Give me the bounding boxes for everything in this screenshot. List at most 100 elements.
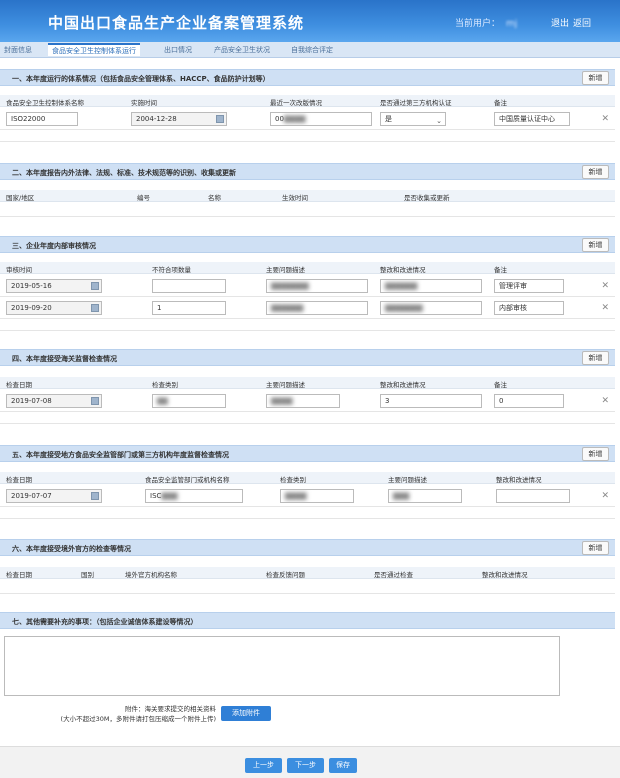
problem-description-input[interactable]: ▇▇▇ bbox=[388, 489, 462, 503]
app-title: 中国出口食品生产企业备案管理系统 bbox=[48, 14, 305, 32]
org-name-input[interactable]: ISC▇▇▇ bbox=[145, 489, 243, 503]
improvement-input[interactable]: 3 bbox=[380, 394, 482, 408]
problem-description-input[interactable]: ▇▇▇▇▇▇ bbox=[266, 301, 368, 315]
remark-input[interactable]: 管理评审 bbox=[494, 279, 564, 293]
section-6-title: 六、本年度接受境外官方的检查等情况 bbox=[12, 545, 131, 553]
system-name-input[interactable]: ISO22000 bbox=[6, 112, 78, 126]
improvement-input[interactable]: ▇▇▇▇▇▇▇ bbox=[380, 301, 482, 315]
remark-input[interactable]: 中国质量认证中心 bbox=[494, 112, 570, 126]
section-4-title: 四、本年度接受海关监督检查情况 bbox=[12, 355, 117, 363]
column-header: 国家/地区 bbox=[6, 194, 35, 202]
table-row: 2019-07-07 ISC▇▇▇ ▇▇▇▇ ▇▇▇ ✕ bbox=[0, 485, 615, 507]
column-header: 食品安全监管部门或机构名称 bbox=[145, 476, 230, 484]
nonconformity-count-input[interactable]: 1 bbox=[152, 301, 226, 315]
add-button-s4[interactable]: 新增 bbox=[582, 351, 609, 365]
section-2-title: 二、本年度报告内外法律、法规、标准、技术规范等的识别、收集或更新 bbox=[12, 169, 236, 177]
audit-date-input[interactable]: 2019-09-20 bbox=[6, 301, 102, 315]
section-5-columns: 检查日期 食品安全监管部门或机构名称 检查类别 主要问题描述 整改和改进情况 bbox=[0, 472, 615, 484]
tab-bar: 封面信息 食品安全卫生控制体系运行 出口情况 产品安全卫生状况 自我综合评定 bbox=[0, 42, 620, 58]
delete-row-icon[interactable]: ✕ bbox=[601, 491, 609, 501]
next-step-button[interactable]: 下一步 bbox=[287, 758, 324, 773]
problem-description-input[interactable]: ▇▇▇▇ bbox=[266, 394, 340, 408]
audit-date-input[interactable]: 2019-05-16 bbox=[6, 279, 102, 293]
inspect-date-value: 2019-07-07 bbox=[11, 492, 52, 500]
column-header: 整改和改进情况 bbox=[380, 266, 426, 274]
header-links: 退出 返回 bbox=[551, 16, 595, 29]
tab-cover-info[interactable]: 封面信息 bbox=[0, 44, 36, 57]
back-link[interactable]: 返回 bbox=[573, 19, 591, 29]
attachment-label: 附件：海关要求提交的相关资料 (大小不超过30M，多附件请打包压缩成一个附件上传… bbox=[46, 704, 216, 724]
save-button[interactable]: 保存 bbox=[329, 758, 357, 773]
audit-date-value: 2019-09-20 bbox=[11, 304, 52, 312]
column-header: 食品安全卫生控制体系名称 bbox=[6, 99, 84, 107]
section-4-header: 四、本年度接受海关监督检查情况 新增 bbox=[0, 349, 615, 366]
tab-export[interactable]: 出口情况 bbox=[160, 44, 196, 57]
nonconformity-count-input[interactable] bbox=[152, 279, 226, 293]
add-attachment-button[interactable]: 添加附件 bbox=[221, 706, 271, 721]
inspect-type-input[interactable]: ▇▇▇▇ bbox=[280, 489, 354, 503]
section-5-header: 五、本年度接受地方食品安全监管部门或第三方机构年度监督检查情况 新增 bbox=[0, 445, 615, 462]
current-user-value: mj bbox=[506, 19, 518, 29]
logout-link[interactable]: 退出 bbox=[551, 19, 569, 29]
section-1-header: 一、本年度运行的体系情况（包括食品安全管理体系、HACCP、食品防护计划等） 新… bbox=[0, 69, 615, 86]
revision-input[interactable]: 00▇▇▇▇ bbox=[270, 112, 372, 126]
certified-value: 是 bbox=[385, 115, 392, 123]
implement-date-input[interactable]: 2004-12-28 bbox=[131, 112, 227, 126]
inspect-date-input[interactable]: 2019-07-08 bbox=[6, 394, 102, 408]
empty-row bbox=[0, 580, 615, 594]
section-3-title: 三、企业年度内部审核情况 bbox=[12, 242, 96, 250]
improvement-input[interactable] bbox=[496, 489, 570, 503]
calendar-icon bbox=[91, 397, 99, 405]
empty-row bbox=[0, 507, 615, 519]
section-3-header: 三、企业年度内部审核情况 新增 bbox=[0, 236, 615, 253]
delete-row-icon[interactable]: ✕ bbox=[601, 396, 609, 406]
empty-row bbox=[0, 130, 615, 142]
table-row: 2019-07-08 ▇▇ ▇▇▇▇ 3 0 ✕ bbox=[0, 390, 615, 412]
column-header: 检查类别 bbox=[280, 476, 306, 484]
column-header: 检查反馈问题 bbox=[266, 571, 305, 579]
prev-step-button[interactable]: 上一步 bbox=[245, 758, 282, 773]
inspect-date-input[interactable]: 2019-07-07 bbox=[6, 489, 102, 503]
blurred-text: ▇▇▇▇▇▇▇ bbox=[385, 304, 423, 312]
column-header: 最近一次改版情况 bbox=[270, 99, 322, 107]
section-2-header: 二、本年度报告内外法律、法规、标准、技术规范等的识别、收集或更新 新增 bbox=[0, 163, 615, 180]
remark-input[interactable]: 0 bbox=[494, 394, 564, 408]
tab-food-safety-system[interactable]: 食品安全卫生控制体系运行 bbox=[48, 43, 140, 56]
attachment-label-line2: (大小不超过30M，多附件请打包压缩成一个附件上传) bbox=[60, 715, 216, 723]
delete-row-icon[interactable]: ✕ bbox=[601, 281, 609, 291]
footer-bar: 上一步 下一步 保存 bbox=[0, 746, 620, 778]
add-button-s3[interactable]: 新增 bbox=[582, 238, 609, 252]
column-header: 整改和改进情况 bbox=[380, 381, 426, 389]
add-button-s2[interactable]: 新增 bbox=[582, 165, 609, 179]
section-3-columns: 审核时间 不符合项数量 主要问题描述 整改和改进情况 备注 bbox=[0, 262, 615, 274]
delete-row-icon[interactable]: ✕ bbox=[601, 114, 609, 124]
column-header: 是否收集或更新 bbox=[404, 194, 450, 202]
blurred-text: ▇▇▇▇ bbox=[285, 492, 307, 500]
column-header: 检查日期 bbox=[6, 476, 32, 484]
tab-product-safety[interactable]: 产品安全卫生状况 bbox=[210, 44, 274, 57]
problem-description-input[interactable]: ▇▇▇▇▇▇▇ bbox=[266, 279, 368, 293]
chevron-down-icon: ⌄ bbox=[436, 117, 442, 125]
certified-select[interactable]: 是 ⌄ bbox=[380, 112, 446, 126]
attachment-label-line1: 附件：海关要求提交的相关资料 bbox=[125, 705, 216, 713]
column-header: 审核时间 bbox=[6, 266, 32, 274]
column-header: 备注 bbox=[494, 381, 507, 389]
add-button-s6[interactable]: 新增 bbox=[582, 541, 609, 555]
table-row: 2019-09-20 1 ▇▇▇▇▇▇ ▇▇▇▇▇▇▇ 内部审核 ✕ bbox=[0, 297, 615, 319]
tab-self-evaluation[interactable]: 自我综合评定 bbox=[287, 44, 337, 57]
audit-date-value: 2019-05-16 bbox=[11, 282, 52, 290]
delete-row-icon[interactable]: ✕ bbox=[601, 303, 609, 313]
revision-value: 00 bbox=[275, 115, 284, 123]
other-notes-textarea[interactable] bbox=[4, 636, 560, 696]
improvement-input[interactable]: ▇▇▇▇▇▇ bbox=[380, 279, 482, 293]
column-header: 是否通过检查 bbox=[374, 571, 413, 579]
add-button-s1[interactable]: 新增 bbox=[582, 71, 609, 85]
add-button-s5[interactable]: 新增 bbox=[582, 447, 609, 461]
empty-row bbox=[0, 203, 615, 217]
inspect-type-input[interactable]: ▇▇ bbox=[152, 394, 226, 408]
column-header: 检查日期 bbox=[6, 571, 32, 579]
section-1-columns: 食品安全卫生控制体系名称 实施时间 最近一次改版情况 是否通过第三方机构认证 备… bbox=[0, 95, 615, 107]
blurred-text: ▇▇▇▇▇▇▇ bbox=[271, 282, 309, 290]
section-6-header: 六、本年度接受境外官方的检查等情况 新增 bbox=[0, 539, 615, 556]
remark-input[interactable]: 内部审核 bbox=[494, 301, 564, 315]
